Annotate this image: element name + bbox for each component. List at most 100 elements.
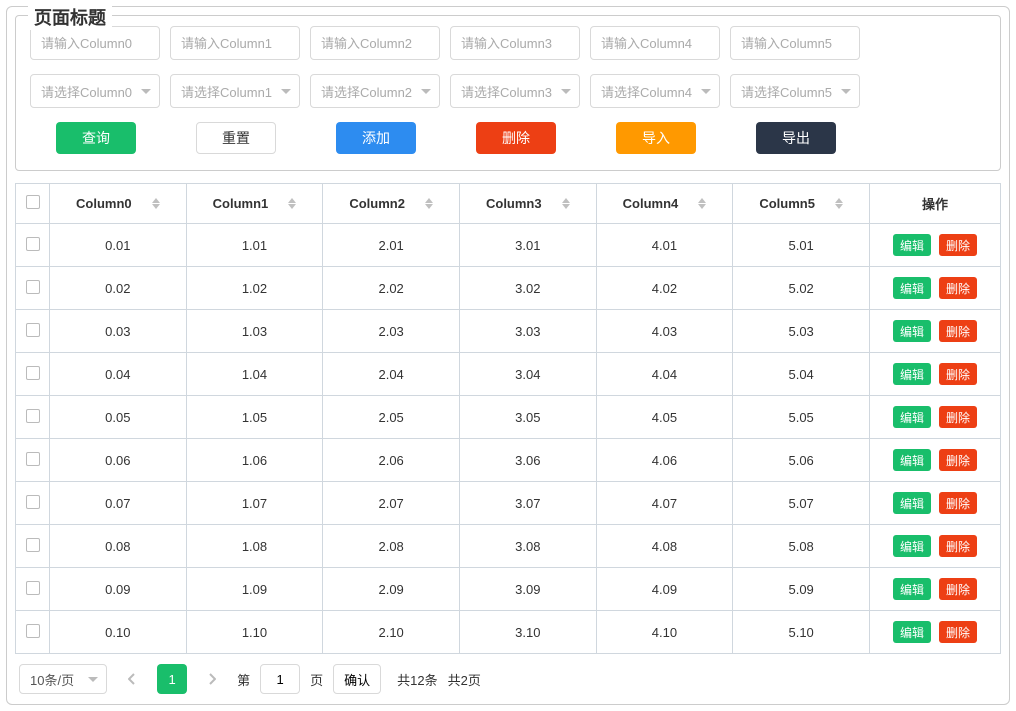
row-edit-button[interactable]: 编辑 [893,406,931,428]
filter-select-column3[interactable]: 请选择Column3 [450,74,580,108]
row-checkbox[interactable] [26,581,40,595]
row-edit-button[interactable]: 编辑 [893,621,931,643]
column-header[interactable]: Column3 [460,184,597,224]
row-edit-button[interactable]: 编辑 [893,492,931,514]
table-cell: 2.07 [323,482,460,525]
reset-button[interactable]: 重置 [196,122,276,154]
sort-icon[interactable] [425,198,433,209]
page-confirm-button[interactable]: 确认 [333,664,381,694]
filter-select-column2[interactable]: 请选择Column2 [310,74,440,108]
row-checkbox[interactable] [26,452,40,466]
row-edit-button[interactable]: 编辑 [893,578,931,600]
table-cell: 3.05 [460,396,597,439]
table-cell: 0.05 [50,396,187,439]
row-edit-button[interactable]: 编辑 [893,449,931,471]
row-actions: 编辑删除 [870,224,1000,267]
filter-select-column1[interactable]: 请选择Column1 [170,74,300,108]
row-delete-button[interactable]: 删除 [939,449,977,471]
table-cell: 0.04 [50,353,187,396]
filter-input-column1[interactable] [170,26,300,60]
table-cell: 3.08 [460,525,597,568]
row-edit-button[interactable]: 编辑 [893,320,931,342]
row-checkbox[interactable] [26,409,40,423]
row-edit-button[interactable]: 编辑 [893,363,931,385]
table-cell: 1.02 [187,267,324,310]
prev-page-button[interactable] [117,664,147,694]
column-label: Column3 [486,196,542,211]
table-cell: 1.10 [187,611,324,653]
row-checkbox[interactable] [26,624,40,638]
row-checkbox[interactable] [26,366,40,380]
delete-button[interactable]: 删除 [476,122,556,154]
page-input[interactable] [260,664,300,694]
table-cell: 5.06 [733,439,870,482]
page-word-di: 第 [237,670,250,689]
table-row: 0.031.032.033.034.035.03编辑删除 [16,310,1000,353]
filter-input-column3[interactable] [450,26,580,60]
select-placeholder: 请选择Column2 [321,82,412,101]
filter-input-column4[interactable] [590,26,720,60]
next-page-button[interactable] [197,664,227,694]
filter-select-column4[interactable]: 请选择Column4 [590,74,720,108]
row-delete-button[interactable]: 删除 [939,492,977,514]
column-header[interactable]: Column4 [597,184,734,224]
page-title: 页面标题 [28,4,112,30]
sort-icon[interactable] [835,198,843,209]
row-edit-button[interactable]: 编辑 [893,234,931,256]
page-size-select[interactable]: 10条/页 [19,664,107,694]
export-button[interactable]: 导出 [756,122,836,154]
row-delete-button[interactable]: 删除 [939,363,977,385]
row-checkbox[interactable] [26,237,40,251]
table-cell: 5.05 [733,396,870,439]
table-cell: 1.08 [187,525,324,568]
row-checkbox[interactable] [26,280,40,294]
table-row: 0.011.012.013.014.015.01编辑删除 [16,224,1000,267]
filter-select-column0[interactable]: 请选择Column0 [30,74,160,108]
table-cell: 1.09 [187,568,324,611]
filter-input-column2[interactable] [310,26,440,60]
page-number[interactable]: 1 [157,664,187,694]
row-edit-button[interactable]: 编辑 [893,277,931,299]
row-delete-button[interactable]: 删除 [939,406,977,428]
sort-icon[interactable] [152,198,160,209]
table-cell: 4.06 [597,439,734,482]
row-actions: 编辑删除 [870,611,1000,653]
row-delete-button[interactable]: 删除 [939,320,977,342]
row-checkbox[interactable] [26,323,40,337]
table-cell: 5.01 [733,224,870,267]
column-header[interactable]: Column0 [50,184,187,224]
filter-select-column5[interactable]: 请选择Column5 [730,74,860,108]
sort-icon[interactable] [562,198,570,209]
filter-input-column0[interactable] [30,26,160,60]
column-header[interactable]: Column2 [323,184,460,224]
import-button[interactable]: 导入 [616,122,696,154]
table-cell: 2.01 [323,224,460,267]
row-checkbox[interactable] [26,495,40,509]
select-placeholder: 请选择Column0 [41,82,132,101]
sort-icon[interactable] [288,198,296,209]
row-checkbox[interactable] [26,538,40,552]
row-delete-button[interactable]: 删除 [939,578,977,600]
table-cell: 4.04 [597,353,734,396]
select-all-checkbox[interactable] [26,195,40,209]
table-row: 0.101.102.103.104.105.10编辑删除 [16,611,1000,653]
filter-input-column5[interactable] [730,26,860,60]
add-button[interactable]: 添加 [336,122,416,154]
total-items-label: 共12条 [397,670,437,689]
row-delete-button[interactable]: 删除 [939,277,977,299]
table-cell: 2.05 [323,396,460,439]
table-cell: 0.08 [50,525,187,568]
column-header[interactable]: Column1 [187,184,324,224]
query-button[interactable]: 查询 [56,122,136,154]
sort-icon[interactable] [698,198,706,209]
table-cell: 4.02 [597,267,734,310]
row-delete-button[interactable]: 删除 [939,535,977,557]
row-delete-button[interactable]: 删除 [939,234,977,256]
column-header[interactable]: Column5 [733,184,870,224]
row-delete-button[interactable]: 删除 [939,621,977,643]
row-actions: 编辑删除 [870,482,1000,525]
row-edit-button[interactable]: 编辑 [893,535,931,557]
page-container: 页面标题 请选择Column0 请选择Column1 请选择Column2 请选… [6,6,1010,705]
table-cell: 3.10 [460,611,597,653]
table-cell: 3.02 [460,267,597,310]
